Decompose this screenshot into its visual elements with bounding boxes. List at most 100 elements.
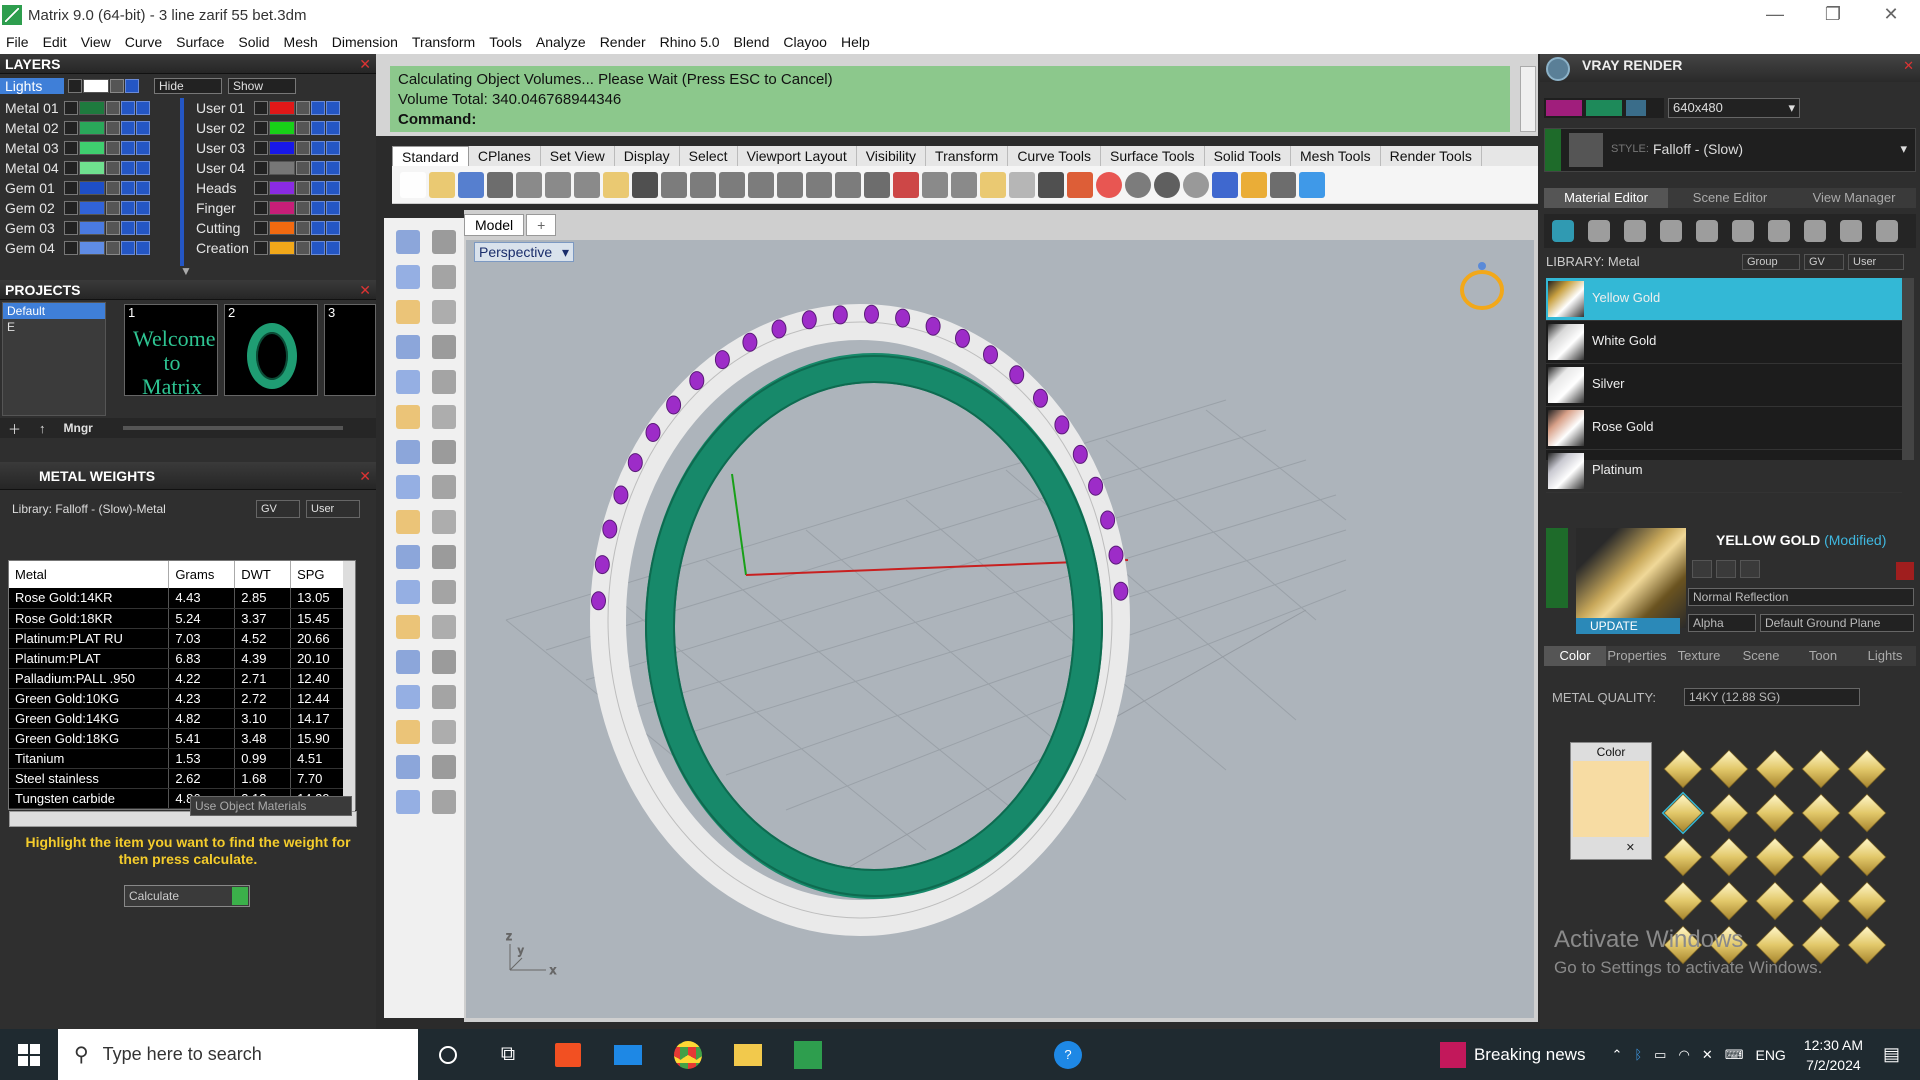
layer-color-swatch[interactable] [79,201,105,215]
table-row[interactable]: Steel stainless 2.62 1.68 7.70 [9,768,349,789]
alpha-toggle[interactable]: Alpha [1688,614,1756,632]
bulb-icon[interactable] [311,161,325,175]
column-header[interactable]: Grams [168,561,236,588]
rectangle-icon[interactable] [432,335,456,359]
gold-preset-swatch[interactable] [1847,793,1887,833]
pan-icon[interactable] [661,172,687,198]
resolution-select[interactable]: 640x480 ▾ [1668,98,1800,118]
zoom-selected-icon[interactable] [806,172,832,198]
circle-icon[interactable] [396,300,420,324]
scale-icon[interactable] [432,615,456,639]
toolbar-tab[interactable]: Viewport Layout [738,146,857,166]
layer-name[interactable]: Creation [184,240,254,256]
print-icon[interactable] [326,181,340,195]
table-row[interactable]: Palladium:PALL .950 4.22 2.71 12.40 [9,668,349,689]
expand-icon[interactable] [68,79,82,93]
menu-curve[interactable]: Curve [125,34,162,50]
gold-preset-swatch[interactable] [1755,881,1795,921]
language-indicator[interactable]: ENG [1755,1047,1785,1063]
menu-file[interactable]: File [6,34,29,50]
expand-icon[interactable] [254,101,268,115]
manager-button[interactable]: Mngr [64,421,93,435]
split-icon[interactable] [396,545,420,569]
rotate-view-icon[interactable] [690,172,716,198]
cut-icon[interactable] [545,172,571,198]
expand-icon[interactable] [64,101,78,115]
material-icon[interactable] [1552,220,1574,242]
table-row[interactable]: Green Gold:14KG 4.82 3.10 14.17 [9,708,349,729]
print-icon[interactable] [136,161,150,175]
group-toggle[interactable]: Group [1742,254,1800,270]
undo-icon[interactable] [632,172,658,198]
curve-icon[interactable] [432,265,456,289]
style-selector[interactable]: STYLE: Falloff - (Slow) ▾ [1544,128,1916,172]
tab-scene-editor[interactable]: Scene Editor [1668,188,1792,208]
loft-icon[interactable] [432,405,456,429]
project-thumbnail[interactable]: 3 [324,304,376,396]
column-header[interactable]: Metal [9,561,170,588]
table-row[interactable]: Rose Gold:14KR 4.43 2.85 13.05 [9,588,349,609]
gold-preset-swatch[interactable] [1847,749,1887,789]
lock-icon[interactable] [106,201,120,215]
close-icon[interactable]: ✕ [1903,58,1914,74]
hide-toggle[interactable]: Hide [154,78,222,94]
layers-icon[interactable] [396,790,420,814]
table-row[interactable]: Green Gold:10KG 4.23 2.72 12.44 [9,688,349,709]
upload-icon[interactable]: ↑ [39,421,46,436]
battery-icon[interactable]: ▭ [1654,1047,1666,1063]
expand-icon[interactable] [64,181,78,195]
show-toggle[interactable]: Show [228,78,296,94]
vertical-scrollbar[interactable] [343,561,355,817]
windows-start-icon[interactable] [0,1029,58,1080]
gold-preset-swatch[interactable] [1755,749,1795,789]
command-scrollbar[interactable] [1520,66,1536,132]
tab-material-editor[interactable]: Material Editor [1544,188,1668,208]
toolbar-tab[interactable]: Curve Tools [1008,146,1101,166]
expand-icon[interactable] [254,221,268,235]
table-row[interactable]: Green Gold:18KG 5.41 3.48 15.90 [9,728,349,749]
model-tab[interactable]: Model [464,214,525,236]
chevron-up-icon[interactable]: ⌃ [1611,1047,1622,1063]
layer-color-swatch[interactable] [79,101,105,115]
lock-icon[interactable] [296,221,310,235]
ring-widget-icon[interactable] [1460,270,1504,310]
help-icon[interactable]: ? [1038,1029,1098,1080]
gold-preset-swatch[interactable] [1663,881,1703,921]
color-wheel-icon[interactable] [1096,172,1122,198]
gold-preset-swatch[interactable] [1709,749,1749,789]
copy-icon[interactable] [1716,560,1736,578]
calculate-button[interactable]: Calculate [124,885,250,907]
layer-name[interactable]: Gem 04 [0,240,64,256]
light-icon[interactable] [1009,172,1035,198]
toolbar-tab[interactable]: Display [615,146,680,166]
file-explorer-icon[interactable] [718,1029,778,1080]
render-button[interactable] [1546,100,1582,116]
box-icon[interactable] [396,440,420,464]
undo-view-icon[interactable] [835,172,861,198]
material-item[interactable]: Rose Gold [1546,407,1902,450]
help-icon[interactable] [1299,172,1325,198]
gold-preset-swatch[interactable] [1801,793,1841,833]
menu-view[interactable]: View [81,34,111,50]
gem-icon[interactable] [432,685,456,709]
cone-icon[interactable] [432,790,456,814]
extrude-icon[interactable] [432,475,456,499]
layer-row[interactable]: Metal 02 [0,118,151,138]
fillet-icon[interactable] [432,370,456,394]
close-icon[interactable]: ✕ [359,280,371,300]
bulb-icon[interactable] [311,141,325,155]
column-header[interactable]: DWT [234,561,292,588]
bulb-icon[interactable] [1876,220,1898,242]
tab-scene[interactable]: Scene [1730,646,1792,666]
table-row[interactable]: Titanium 1.53 0.99 4.51 [9,748,349,769]
user-toggle[interactable]: User [1848,254,1904,270]
expand-icon[interactable] [64,141,78,155]
layer-name[interactable]: Cutting [184,220,254,236]
bulb-icon[interactable] [311,181,325,195]
wifi-icon[interactable]: ◠ [1678,1047,1689,1063]
lock-icon[interactable] [296,241,310,255]
gold-preset-swatch[interactable] [1755,837,1795,877]
menu-solid[interactable]: Solid [238,34,269,50]
menu-tools[interactable]: Tools [489,34,522,50]
layer-color-swatch[interactable] [79,221,105,235]
